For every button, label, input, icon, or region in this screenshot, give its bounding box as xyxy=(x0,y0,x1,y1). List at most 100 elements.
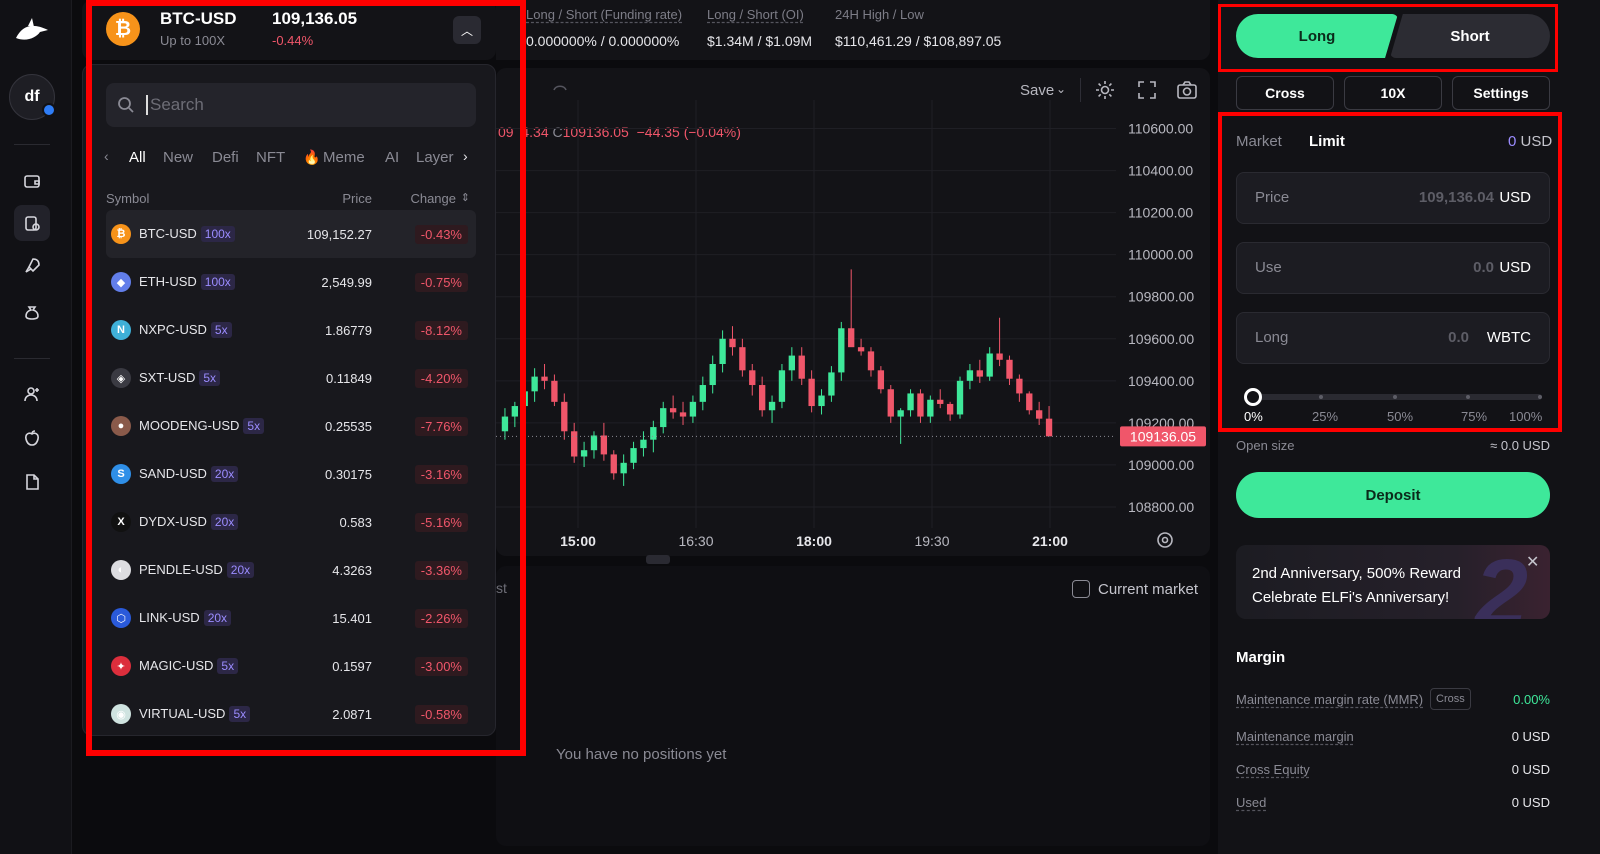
long-size-field[interactable]: Long 0.0 WBTC xyxy=(1236,312,1550,364)
long-tab[interactable]: Long xyxy=(1236,14,1398,58)
header-change[interactable]: Change xyxy=(410,191,456,206)
rail-wallet-button[interactable] xyxy=(14,163,50,199)
stat-funding-label[interactable]: Long / Short (Funding rate) xyxy=(526,7,682,22)
mmr-value: 0.00% xyxy=(1513,692,1550,707)
market-change: -2.26% xyxy=(414,608,468,628)
market-search-box[interactable] xyxy=(106,83,476,127)
use-field[interactable]: Use 0.0 USD xyxy=(1236,242,1550,294)
maintenance-margin-label[interactable]: Maintenance margin xyxy=(1236,729,1354,744)
used-margin-value: 0 USD xyxy=(1511,795,1550,810)
mmr-label[interactable]: Maintenance margin rate (MMR) xyxy=(1236,692,1423,707)
slider-pct-100[interactable]: 100% xyxy=(1509,409,1542,424)
candle-body xyxy=(749,370,756,386)
candle-body xyxy=(551,380,558,402)
save-menu-chevron-down-icon[interactable]: ⌄ xyxy=(1056,82,1066,96)
market-change: -3.36% xyxy=(414,560,468,580)
market-row[interactable]: ₿ BTC-USD 100x 109,152.27 -0.43% xyxy=(106,210,476,258)
candlestick-chart[interactable]: 110600.00 110400.00 110200.00 110000.00 1098… xyxy=(496,100,1210,556)
candle-body xyxy=(590,435,598,451)
slider-pct-50[interactable]: 50% xyxy=(1387,409,1413,424)
market-search-input[interactable] xyxy=(146,95,446,115)
slider-pct-75[interactable]: 75% xyxy=(1461,409,1487,424)
market-row[interactable]: ● MOODENG-USD 5x 0.25535 -7.76% xyxy=(106,402,476,450)
stat-oi-label[interactable]: Long / Short (OI) xyxy=(707,7,804,22)
size-slider-thumb[interactable] xyxy=(1244,388,1262,406)
screenshot-camera-icon[interactable] xyxy=(1176,79,1198,101)
chart-save-button[interactable]: Save xyxy=(1020,82,1054,99)
category-tab-new[interactable]: New xyxy=(163,149,193,166)
category-tab-ai[interactable]: AI xyxy=(385,149,399,166)
panel-resize-handle[interactable] xyxy=(646,555,670,564)
size-slider-track[interactable] xyxy=(1252,394,1542,400)
pair-title[interactable]: BTC-USD xyxy=(160,9,237,29)
category-tab-nft[interactable]: NFT xyxy=(256,149,285,166)
promo-line-1: 2nd Anniversary, 500% Reward xyxy=(1252,565,1462,582)
candle-body xyxy=(511,406,519,417)
candle-body xyxy=(610,454,617,474)
market-change: -0.58% xyxy=(414,704,468,724)
collapse-dropdown-button[interactable]: ︿ xyxy=(453,16,481,44)
category-tab-layer[interactable]: Layer xyxy=(416,149,454,166)
positions-tab-fragment[interactable]: st xyxy=(496,580,507,596)
market-change: -8.12% xyxy=(414,320,468,340)
sort-icon[interactable]: ⇕ xyxy=(461,191,470,204)
rail-apple-button[interactable] xyxy=(14,420,50,456)
price-field[interactable]: Price 109,136.04 USD xyxy=(1236,172,1550,224)
chart-settings-gear-icon[interactable] xyxy=(1094,79,1116,101)
market-change: -4.20% xyxy=(414,368,468,388)
anniversary-promo-banner[interactable]: 2 2nd Anniversary, 500% Reward Celebrate… xyxy=(1236,545,1550,619)
candle-body xyxy=(867,351,875,371)
market-row[interactable]: ◆ ETH-USD 100x 2,549.99 -0.75% xyxy=(106,258,476,306)
cross-equity-label[interactable]: Cross Equity xyxy=(1236,762,1310,777)
short-tab[interactable]: Short xyxy=(1390,14,1550,58)
rail-trade-button[interactable] xyxy=(14,205,50,241)
candle-body xyxy=(818,395,825,407)
order-type-limit[interactable]: Limit xyxy=(1309,133,1345,150)
market-row[interactable]: X DYDX-USD 20x 0.583 -5.16% xyxy=(106,498,476,546)
y-tick-label: 109600.00 xyxy=(1128,331,1194,347)
category-scroll-right-icon[interactable]: › xyxy=(463,148,468,164)
rail-launch-button[interactable] xyxy=(14,248,50,284)
fullscreen-icon[interactable] xyxy=(1136,79,1158,101)
market-row[interactable]: ◈ SXT-USD 5x 0.11849 -4.20% xyxy=(106,354,476,402)
promo-close-icon[interactable]: ✕ xyxy=(1526,552,1539,572)
y-tick-label: 109800.00 xyxy=(1128,289,1194,305)
current-market-checkbox[interactable] xyxy=(1072,580,1090,598)
market-row[interactable]: ✦ MAGIC-USD 5x 0.1597 -3.00% xyxy=(106,642,476,690)
market-row[interactable]: ◉ VIRTUAL-USD 5x 2.0871 -0.58% xyxy=(106,690,476,738)
chart-axis-settings-icon[interactable] xyxy=(1154,529,1176,551)
market-row[interactable]: ⬡ LINK-USD 20x 15.401 -2.26% xyxy=(106,594,476,642)
category-tab-all[interactable]: All xyxy=(129,149,146,166)
user-avatar[interactable]: df xyxy=(9,74,56,120)
leverage-button[interactable]: 10X xyxy=(1344,76,1442,110)
undo-icon[interactable] xyxy=(550,82,570,98)
category-tab-meme[interactable]: Meme xyxy=(323,149,365,166)
order-type-market[interactable]: Market xyxy=(1236,133,1282,150)
network-badge-icon xyxy=(42,103,56,117)
current-market-toggle[interactable]: Current market xyxy=(1072,580,1198,598)
market-symbol: DYDX-USD 20x xyxy=(139,514,239,530)
category-tab-defi[interactable]: Defi xyxy=(212,149,239,166)
market-row[interactable]: N NXPC-USD 5x 1.86779 -8.12% xyxy=(106,306,476,354)
market-row[interactable]: S SAND-USD 20x 0.30175 -3.16% xyxy=(106,450,476,498)
category-scroll-left-icon[interactable]: ‹ xyxy=(104,148,109,164)
long-size-field-value[interactable]: 0.0 xyxy=(1448,329,1469,346)
rail-docs-button[interactable] xyxy=(14,464,50,500)
toolbar-divider xyxy=(1080,78,1081,102)
stat-oi-value: $1.34M / $1.09M xyxy=(707,33,813,49)
rail-invite-button[interactable] xyxy=(14,376,50,412)
used-margin-label[interactable]: Used xyxy=(1236,795,1266,810)
market-symbol: SXT-USD 5x xyxy=(139,370,221,386)
app-logo-icon[interactable] xyxy=(14,16,50,44)
rail-rewards-button[interactable] xyxy=(14,294,50,330)
use-field-value[interactable]: 0.0 xyxy=(1473,259,1494,276)
price-field-value[interactable]: 109,136.04 xyxy=(1419,189,1494,206)
margin-mode-button[interactable]: Cross xyxy=(1236,76,1334,110)
slider-pct-25[interactable]: 25% xyxy=(1312,409,1338,424)
market-row[interactable]: ◐ PENDLE-USD 20x 4.3263 -3.36% xyxy=(106,546,476,594)
slider-pct-0[interactable]: 0% xyxy=(1244,409,1263,424)
rail-divider xyxy=(14,144,50,145)
settings-button[interactable]: Settings xyxy=(1452,76,1550,110)
y-tick-label: 110600.00 xyxy=(1128,121,1193,137)
deposit-button[interactable]: Deposit xyxy=(1236,472,1550,518)
